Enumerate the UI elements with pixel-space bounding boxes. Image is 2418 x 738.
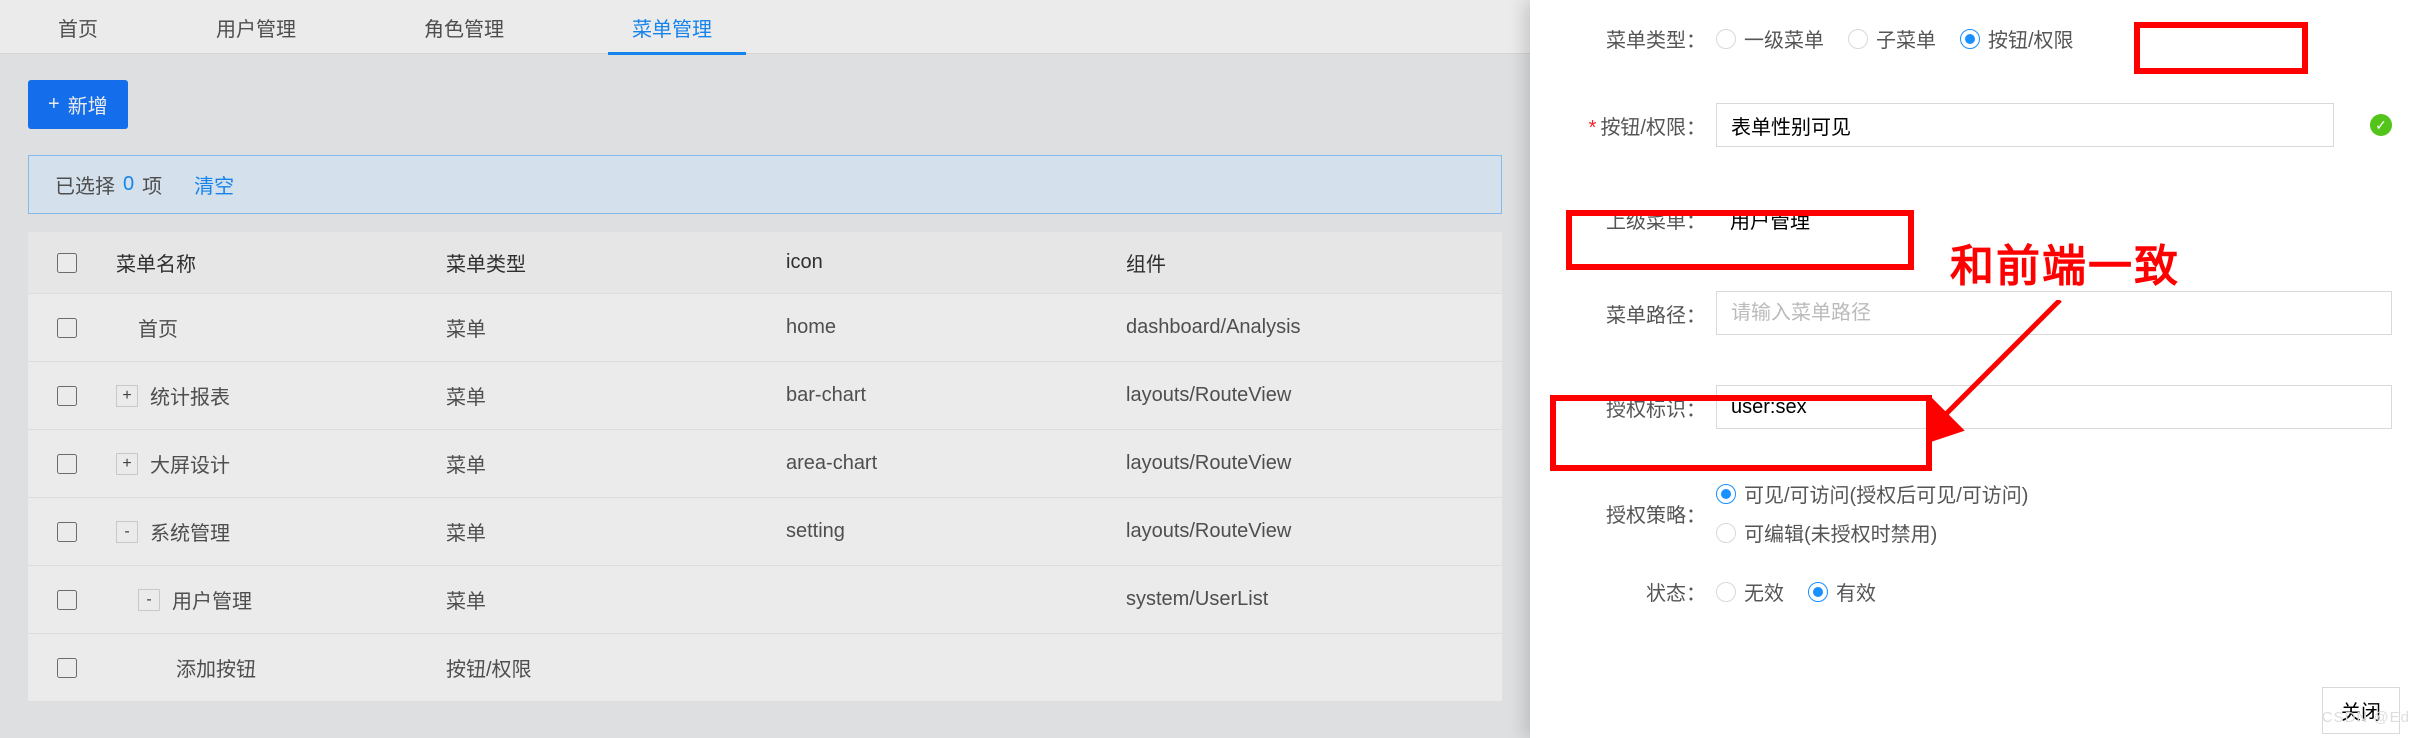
tab-user-mgmt[interactable]: 用户管理	[192, 0, 330, 54]
table-row: -系统管理 菜单 setting layouts/RouteView	[28, 498, 1502, 566]
radio-button-perm[interactable]: 按钮/权限	[1960, 24, 2074, 53]
selection-bar: 已选择 0 项 清空	[28, 155, 1502, 214]
parent-input[interactable]	[1716, 197, 1946, 241]
col-icon: icon	[786, 251, 1126, 274]
select-all-checkbox[interactable]	[57, 253, 77, 273]
radio-top-menu[interactable]: 一级菜单	[1716, 24, 1824, 53]
radio-policy-editable[interactable]: 可编辑(未授权时禁用)	[1716, 518, 1937, 547]
collapse-icon[interactable]: -	[138, 589, 160, 611]
tab-role-mgmt[interactable]: 角色管理	[400, 0, 538, 54]
table-row: +统计报表 菜单 bar-chart layouts/RouteView	[28, 362, 1502, 430]
col-name: 菜单名称	[106, 248, 446, 277]
tab-menu-mgmt[interactable]: 菜单管理	[608, 0, 746, 54]
parent-label: 上级菜单：	[1556, 205, 1716, 234]
clear-selection[interactable]: 清空	[194, 170, 234, 199]
watermark: CSDN @Ed	[2322, 709, 2410, 726]
radio-status-valid[interactable]: 有效	[1808, 577, 1876, 606]
menu-table: 菜单名称 菜单类型 icon 组件 首页 菜单 home dashboard/A…	[28, 232, 1502, 702]
expand-icon[interactable]: +	[116, 453, 138, 475]
auth-id-input[interactable]	[1716, 385, 2392, 429]
success-icon: ✓	[2370, 114, 2392, 136]
radio-sub-menu[interactable]: 子菜单	[1848, 24, 1936, 53]
collapse-icon[interactable]: -	[116, 521, 138, 543]
expand-icon[interactable]: +	[116, 385, 138, 407]
selection-count: 0	[123, 173, 134, 196]
perm-input[interactable]	[1716, 103, 2334, 147]
tab-bar: 首页 用户管理 角色管理 菜单管理	[0, 0, 1530, 54]
row-checkbox[interactable]	[57, 522, 77, 542]
status-label: 状态：	[1556, 577, 1716, 606]
table-row: +大屏设计 菜单 area-chart layouts/RouteView	[28, 430, 1502, 498]
policy-label: 授权策略：	[1556, 499, 1716, 528]
edit-drawer: 菜单类型： 一级菜单 子菜单 按钮/权限 *按钮/权限： ✓ 上级菜单： 菜单路…	[1530, 0, 2418, 738]
row-checkbox[interactable]	[57, 318, 77, 338]
table-row: -用户管理 菜单 system/UserList	[28, 566, 1502, 634]
radio-status-invalid[interactable]: 无效	[1716, 577, 1784, 606]
radio-policy-visible[interactable]: 可见/可访问(授权后可见/可访问)	[1716, 479, 2028, 508]
table-row: 首页 菜单 home dashboard/Analysis	[28, 294, 1502, 362]
row-checkbox[interactable]	[57, 454, 77, 474]
auth-id-label: 授权标识：	[1556, 393, 1716, 422]
row-checkbox[interactable]	[57, 590, 77, 610]
add-button[interactable]: + 新增	[28, 80, 128, 129]
plus-icon: +	[48, 93, 60, 116]
path-input[interactable]	[1716, 291, 2392, 335]
col-component: 组件	[1126, 248, 1502, 277]
path-label: 菜单路径：	[1556, 299, 1716, 328]
col-type: 菜单类型	[446, 248, 786, 277]
table-row: 添加按钮 按钮/权限	[28, 634, 1502, 702]
tab-home[interactable]: 首页	[34, 0, 122, 54]
row-checkbox[interactable]	[57, 386, 77, 406]
menu-type-label: 菜单类型：	[1556, 24, 1716, 53]
perm-label: *按钮/权限：	[1556, 111, 1716, 140]
row-checkbox[interactable]	[57, 658, 77, 678]
